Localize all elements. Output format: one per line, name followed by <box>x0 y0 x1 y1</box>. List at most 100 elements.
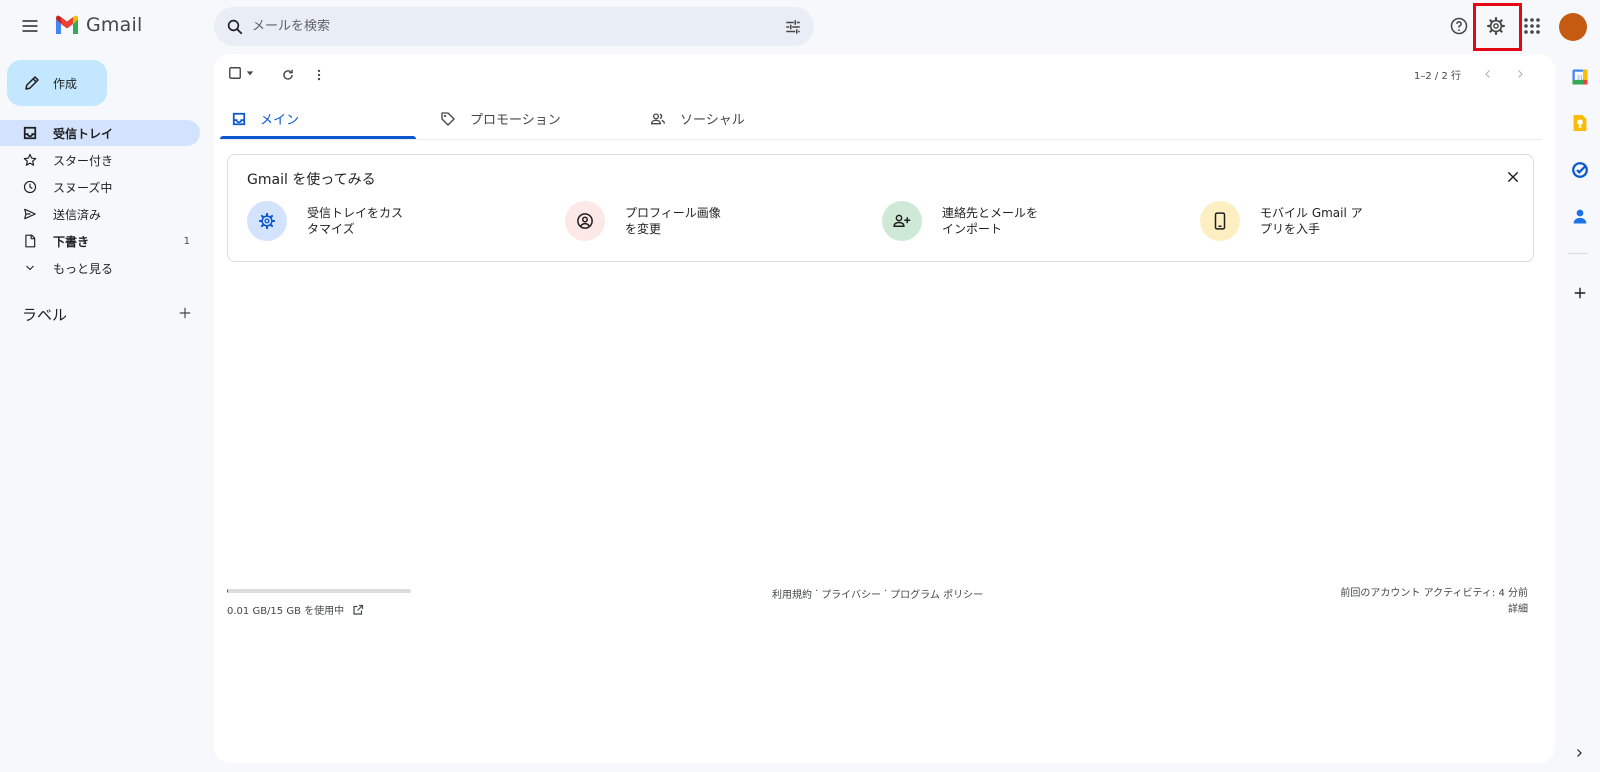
person-add-icon <box>893 214 911 227</box>
gs-text-line: 受信トレイをカス <box>307 206 404 220</box>
tab-label: プロモーション <box>470 113 561 128</box>
more-vert-icon <box>317 69 321 81</box>
clock-icon <box>23 180 37 194</box>
get-mobile-app-item[interactable]: モバイル Gmail ア プリを入手 <box>1200 201 1380 241</box>
pencil-icon <box>25 76 39 90</box>
refresh-button[interactable] <box>276 63 300 87</box>
select-all-checkbox[interactable] <box>228 66 254 80</box>
refresh-icon <box>283 69 293 80</box>
sidebar-item-label: 送信済み <box>53 207 102 222</box>
people-icon <box>650 112 665 124</box>
gmail-m-icon <box>56 15 78 34</box>
get-add-ons-button[interactable] <box>1566 279 1594 307</box>
tasks-app-button[interactable] <box>1568 158 1592 182</box>
show-side-panel-button[interactable] <box>1568 742 1590 764</box>
gs-text-line: プリを入手 <box>1260 222 1321 236</box>
gear-icon <box>258 212 276 230</box>
labels-heading: ラベル <box>22 306 68 324</box>
get-mobile-app-text: モバイル Gmail ア プリを入手 <box>1260 205 1380 237</box>
search-options-icon[interactable] <box>784 18 802 36</box>
drafts-count: 1 <box>183 235 190 247</box>
hamburger-menu-icon <box>22 20 38 32</box>
keep-app-button[interactable] <box>1568 111 1592 135</box>
sidebar-item-label: もっと見る <box>53 261 114 276</box>
import-contacts-item[interactable]: 連絡先とメールを インポート <box>882 201 1062 241</box>
storage-usage-text: 0.01 GB/15 GB を使用中 <box>227 606 345 617</box>
getting-started-title: Gmail を使ってみる <box>247 172 376 188</box>
import-contacts-badge <box>882 201 922 241</box>
plus-icon <box>179 307 191 319</box>
search-bar[interactable] <box>214 7 814 46</box>
getting-started-close-button[interactable] <box>1500 164 1526 190</box>
help-button[interactable] <box>1442 9 1476 43</box>
inbox-icon <box>232 112 246 125</box>
tab-label: ソーシャル <box>680 113 745 128</box>
account-circle-icon <box>577 213 593 229</box>
terms-link[interactable]: 利用規約 <box>772 586 812 601</box>
page-range: 1–2 / 2 行 <box>1414 71 1461 82</box>
gs-text-line: 連絡先とメールを <box>942 206 1039 220</box>
sidebar-item-inbox[interactable]: 受信トレイ <box>0 120 200 146</box>
gs-text-line: プロフィール画像 <box>625 206 721 220</box>
chevron-down-icon <box>26 265 34 271</box>
privacy-link[interactable]: プライバシー <box>821 586 881 601</box>
close-icon <box>1507 171 1519 183</box>
phone-icon <box>1214 212 1226 230</box>
footer-links: 利用規約 · プライバシー · プログラム ポリシー <box>772 586 983 601</box>
compose-label: 作成 <box>53 76 78 91</box>
footer-separator: · <box>884 586 888 597</box>
contacts-app-button[interactable] <box>1568 204 1592 228</box>
newer-page-button[interactable] <box>1476 62 1500 86</box>
change-profile-picture-item[interactable]: プロフィール画像 を変更 <box>565 201 745 241</box>
google-apps-button[interactable] <box>1515 9 1549 43</box>
draft-icon <box>25 234 36 248</box>
sidebar-item-label: 受信トレイ <box>53 126 114 141</box>
caret-down-icon <box>246 71 254 76</box>
side-panel-divider <box>1568 253 1588 254</box>
sidebar-item-snoozed[interactable]: スヌーズ中 <box>0 174 200 200</box>
create-label-button[interactable] <box>174 302 196 324</box>
calendar-app-button[interactable]: 31 <box>1568 65 1592 89</box>
storage-usage-bar <box>227 589 411 593</box>
sidebar-item-starred[interactable]: スター付き <box>0 147 200 173</box>
main-menu-button[interactable] <box>12 8 48 44</box>
tabs-divider <box>220 139 1542 140</box>
inbox-icon <box>23 126 37 140</box>
account-activity: 前回のアカウント アクティビティ: 4 分前 詳細 <box>1300 586 1528 618</box>
chevron-right-icon <box>1577 749 1582 757</box>
more-options-button[interactable] <box>307 63 331 87</box>
last-activity-text: 前回のアカウント アクティビティ: 4 分前 <box>1340 588 1528 599</box>
contacts-icon <box>1573 209 1587 224</box>
profile-picture-badge <box>565 201 605 241</box>
svg-text:31: 31 <box>1577 75 1584 81</box>
customize-inbox-badge <box>247 201 287 241</box>
footer-separator: · <box>815 586 819 597</box>
search-icon[interactable] <box>226 18 244 36</box>
search-input[interactable] <box>252 19 752 34</box>
storage-usage-fill <box>227 589 228 593</box>
customize-inbox-item[interactable]: 受信トレイをカス タマイズ <box>247 201 427 241</box>
sidebar-item-sent[interactable]: 送信済み <box>0 201 200 227</box>
compose-button[interactable]: 作成 <box>7 60 107 106</box>
tab-social[interactable]: ソーシャル <box>638 98 848 139</box>
activity-details-link[interactable]: 詳細 <box>1300 602 1528 618</box>
apps-grid-icon <box>1524 18 1540 34</box>
tab-label: メイン <box>260 113 300 128</box>
program-policy-link[interactable]: プログラム ポリシー <box>890 586 983 601</box>
gmail-logo-text: Gmail <box>86 14 143 36</box>
sidebar-item-more[interactable]: もっと見る <box>0 255 200 281</box>
tag-icon <box>441 111 455 126</box>
tasks-icon <box>1572 162 1588 178</box>
open-in-new-icon[interactable] <box>352 604 364 616</box>
gmail-logo[interactable]: Gmail <box>54 14 142 36</box>
sidebar-item-drafts[interactable]: 下書き 1 <box>0 228 200 254</box>
storage-usage: 0.01 GB/15 GB を使用中 <box>227 602 364 617</box>
tab-main[interactable]: メイン <box>220 98 416 139</box>
checkbox-icon <box>229 67 241 79</box>
star-icon <box>23 153 37 166</box>
account-avatar[interactable] <box>1559 13 1587 41</box>
mobile-app-badge <box>1200 201 1240 241</box>
tab-promotions[interactable]: プロモーション <box>428 98 638 139</box>
older-page-button[interactable] <box>1508 62 1532 86</box>
keep-icon <box>1573 115 1587 131</box>
